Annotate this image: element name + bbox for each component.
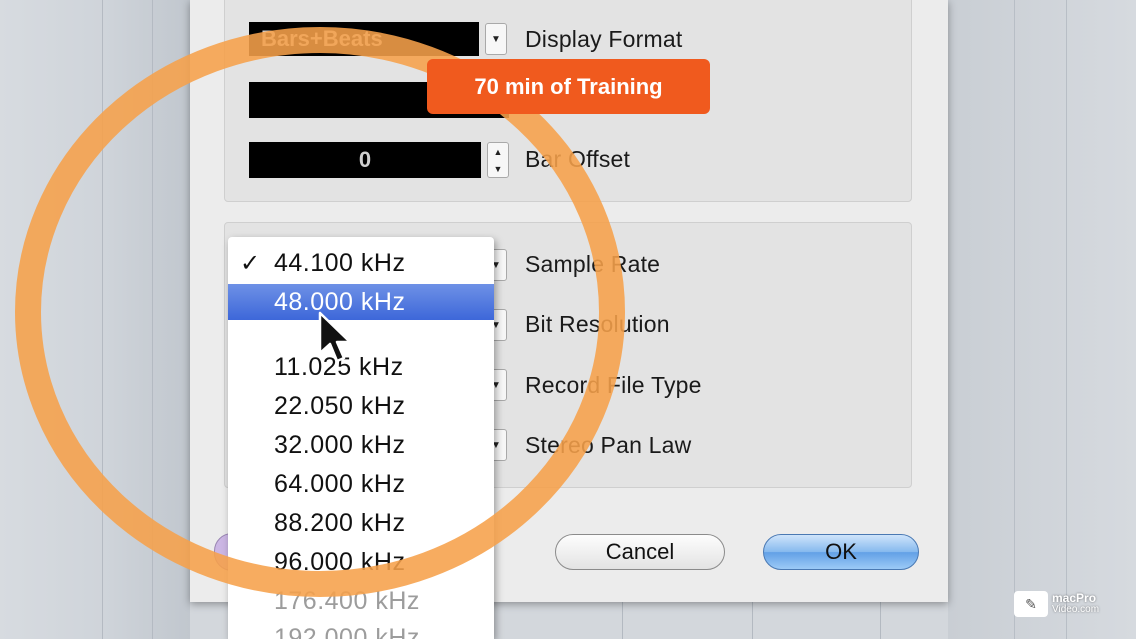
mouse-cursor-icon bbox=[318, 311, 352, 363]
watermark-line2: Video.com bbox=[1052, 604, 1100, 615]
menu-item-176400[interactable]: 176.400 kHz bbox=[228, 583, 494, 619]
background-track-area-left bbox=[0, 0, 190, 639]
menu-separator bbox=[228, 321, 494, 351]
menu-item-88200[interactable]: 88.200 kHz bbox=[228, 505, 494, 541]
bit-resolution-label: Bit Resolution bbox=[525, 311, 670, 337]
menu-item-96000[interactable]: 96.000 kHz bbox=[228, 544, 494, 580]
stepper-down-icon[interactable]: ▼ bbox=[494, 164, 503, 174]
bar-offset-stepper[interactable]: ▲ ▼ bbox=[487, 142, 509, 178]
ok-button[interactable]: OK bbox=[763, 534, 919, 570]
bar-offset-label: Bar Offset bbox=[525, 146, 631, 172]
checkmark-icon: ✓ bbox=[240, 249, 261, 277]
menu-item-44100[interactable]: ✓ 44.100 kHz bbox=[228, 245, 494, 281]
stepper-up-icon[interactable]: ▲ bbox=[494, 147, 503, 157]
cancel-button[interactable]: Cancel bbox=[555, 534, 725, 570]
display-format-popup-button[interactable]: ▼ bbox=[485, 23, 507, 55]
bar-offset-field[interactable]: 0 bbox=[249, 142, 481, 178]
menu-item-22050[interactable]: 22.050 kHz bbox=[228, 388, 494, 424]
chevron-down-icon: ▼ bbox=[491, 33, 501, 45]
menu-item-48000[interactable]: 48.000 kHz bbox=[228, 284, 494, 320]
display-format-value: Bars+Beats bbox=[249, 22, 479, 56]
sample-rate-menu: ✓ 44.100 kHz 48.000 kHz 11.025 kHz 22.05… bbox=[228, 237, 494, 639]
menu-item-192000[interactable]: 192.000 kHz bbox=[228, 620, 494, 639]
watermark-line1: macPro bbox=[1052, 591, 1097, 605]
macprovideo-watermark: ✎ macPro Video.com bbox=[1014, 589, 1124, 619]
menu-item-64000[interactable]: 64.000 kHz bbox=[228, 466, 494, 502]
sample-rate-label: Sample Rate bbox=[525, 251, 661, 277]
brand-logo-icon: ✎ bbox=[1014, 591, 1048, 617]
menu-item-32000[interactable]: 32.000 kHz bbox=[228, 427, 494, 463]
training-banner: 70 min of Training bbox=[427, 59, 710, 114]
stereo-pan-law-label: Stereo Pan Law bbox=[525, 432, 692, 458]
background-track-area-right bbox=[948, 0, 1136, 639]
menu-item-11025[interactable]: 11.025 kHz bbox=[228, 349, 494, 385]
display-format-label: Display Format bbox=[525, 26, 683, 52]
record-file-type-label: Record File Type bbox=[525, 372, 702, 398]
